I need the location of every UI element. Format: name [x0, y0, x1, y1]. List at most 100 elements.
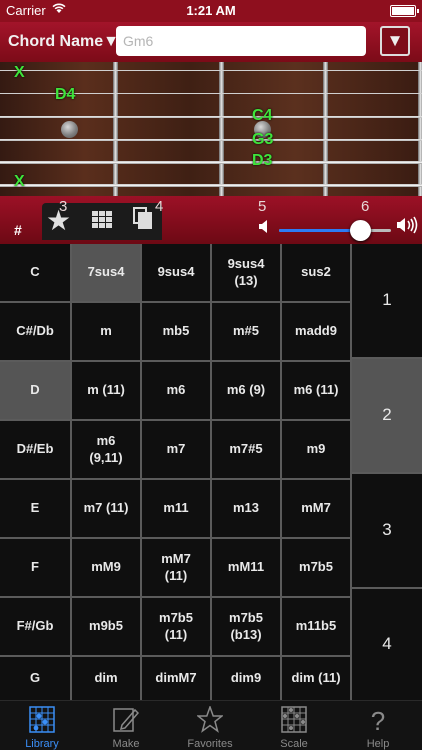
volume-slider-thumb[interactable]	[349, 220, 371, 241]
dropdown-button[interactable]: ▼	[380, 26, 410, 56]
chord-type-cell-label: m6 (9,11)	[89, 432, 123, 465]
chord-type-cell-label: 7sus4	[87, 264, 125, 280]
chord-type-cell[interactable]: m7b5 (11)	[142, 598, 210, 655]
chord-type-cell[interactable]: dim9	[212, 657, 280, 700]
chord-type-cell[interactable]: madd9	[282, 303, 350, 360]
chord-type-cell[interactable]: dimM7	[142, 657, 210, 700]
chord-type-cell[interactable]: m13	[212, 480, 280, 537]
chord-type-cell[interactable]: m6 (11)	[282, 362, 350, 419]
page-button[interactable]: 2	[352, 359, 422, 472]
chord-type-cell[interactable]: m7b5 (b13)	[212, 598, 280, 655]
chord-type-cell[interactable]: mM11	[212, 539, 280, 596]
chord-type-cell-label: mM11	[227, 559, 265, 575]
chord-type-cell[interactable]: m7#5	[212, 421, 280, 478]
chord-type-cell[interactable]: 7sus4	[72, 244, 140, 301]
chord-type-cell-label: m6	[166, 382, 186, 398]
fret	[219, 62, 224, 196]
chord-type-cell-label: m	[100, 323, 112, 339]
mute-mark: X	[14, 64, 25, 81]
fret-inlay	[61, 121, 78, 138]
chord-type-cell[interactable]: m6 (9)	[212, 362, 280, 419]
chord-type-cell[interactable]: mb5	[142, 303, 210, 360]
chord-type-cell[interactable]: m9b5	[72, 598, 140, 655]
chord-grid: C 7sus4 9sus4 9sus4 (13) sus2 C#/Db m mb5 m#5 mad…	[0, 244, 422, 700]
tab-label: Favorites	[187, 738, 233, 750]
root-key-cell-label: F	[31, 559, 39, 575]
guitar-string	[0, 116, 422, 118]
chord-type-cell-label: m#5	[232, 323, 260, 339]
volume-low-icon	[259, 220, 270, 236]
chord-type-cell[interactable]: m#5	[212, 303, 280, 360]
chord-type-cell-label: m (11)	[87, 382, 125, 398]
tab-make[interactable]: Make	[84, 701, 168, 750]
chord-type-cell-label: mM7 (11)	[161, 550, 191, 583]
chord-type-cell[interactable]: m11b5	[282, 598, 350, 655]
fret	[323, 62, 328, 196]
page-button-label: 4	[382, 634, 392, 654]
guitar-string	[0, 184, 422, 187]
guitar-string	[0, 161, 422, 164]
root-key-cell[interactable]: C#/Db	[0, 303, 70, 360]
chord-type-cell[interactable]: m7	[142, 421, 210, 478]
chord-type-cell[interactable]: mM7 (11)	[142, 539, 210, 596]
page-button-label: 3	[382, 520, 392, 540]
chord-type-cell[interactable]: m11	[142, 480, 210, 537]
root-key-cell[interactable]: F#/Gb	[0, 598, 70, 655]
root-key-cell[interactable]: F	[0, 539, 70, 596]
mute-mark: X	[14, 173, 25, 190]
fret	[418, 62, 422, 196]
chord-type-cell[interactable]: sus2	[282, 244, 350, 301]
tab-scale[interactable]: Scale	[252, 701, 336, 750]
tab-label: Scale	[280, 738, 308, 750]
chord-type-cell[interactable]: m9	[282, 421, 350, 478]
page-button[interactable]: 1	[352, 244, 422, 357]
root-key-cell[interactable]: D	[0, 362, 70, 419]
chord-type-cell[interactable]: m6 (9,11)	[72, 421, 140, 478]
favorites-icon	[195, 704, 225, 733]
tab-label: Library	[25, 738, 59, 750]
clock: 1:21 AM	[186, 3, 236, 18]
root-key-cell[interactable]: G	[0, 657, 70, 700]
chord-type-cell[interactable]: 9sus4	[142, 244, 210, 301]
chord-type-cell-label: m11b5	[295, 618, 337, 634]
chord-type-cell[interactable]: mM7	[282, 480, 350, 537]
tab-bar: Library Make Favorites Scale ? Help	[0, 700, 422, 750]
volume-slider[interactable]	[279, 229, 391, 232]
chord-type-cell-label: madd9	[295, 323, 337, 339]
chord-type-cell[interactable]: 9sus4 (13)	[212, 244, 280, 301]
chord-type-cell-label: dim (11)	[291, 670, 341, 686]
chord-type-cell-label: m7 (11)	[83, 500, 129, 516]
chord-type-cell-label: m6 (11)	[293, 382, 339, 398]
root-key-cell[interactable]: E	[0, 480, 70, 537]
grid-view-icon[interactable]	[92, 211, 112, 228]
fretboard[interactable]: X X D4 C4 G3 D3	[0, 62, 422, 196]
chord-type-cell[interactable]: m7b5	[282, 539, 350, 596]
chord-type-cell[interactable]: m (11)	[72, 362, 140, 419]
sharp-toggle[interactable]: #	[14, 222, 22, 238]
chord-type-cell[interactable]: mM9	[72, 539, 140, 596]
chord-type-cell[interactable]: m	[72, 303, 140, 360]
guitar-string	[0, 70, 422, 71]
page-button[interactable]: 4	[352, 589, 422, 700]
chord-type-cell[interactable]: dim	[72, 657, 140, 700]
pages-icon[interactable]	[133, 207, 153, 229]
chord-type-cell[interactable]: dim (11)	[282, 657, 350, 700]
chord-type-cell-label: dim9	[230, 670, 262, 686]
root-key-cell-label: E	[30, 500, 40, 516]
root-key-cell-label: C#/Db	[16, 323, 54, 339]
note-label: C4	[252, 107, 273, 124]
tab-help[interactable]: ? Help	[336, 701, 420, 750]
chord-type-cell[interactable]: m7 (11)	[72, 480, 140, 537]
chord-type-cell-label: m9	[306, 441, 326, 457]
chord-type-cell[interactable]: m6	[142, 362, 210, 419]
root-key-cell[interactable]: D#/Eb	[0, 421, 70, 478]
tab-label: Make	[112, 738, 140, 750]
root-key-cell[interactable]: C	[0, 244, 70, 301]
tab-favorites[interactable]: Favorites	[168, 701, 252, 750]
page-button[interactable]: 3	[352, 474, 422, 587]
note-label: G3	[252, 131, 274, 148]
chord-type-cell-label: m9b5	[89, 618, 123, 634]
chord-name-input[interactable]	[116, 26, 366, 56]
tab-library[interactable]: Library	[0, 701, 84, 750]
chord-name-menu[interactable]: Chord Name▼	[8, 33, 119, 51]
